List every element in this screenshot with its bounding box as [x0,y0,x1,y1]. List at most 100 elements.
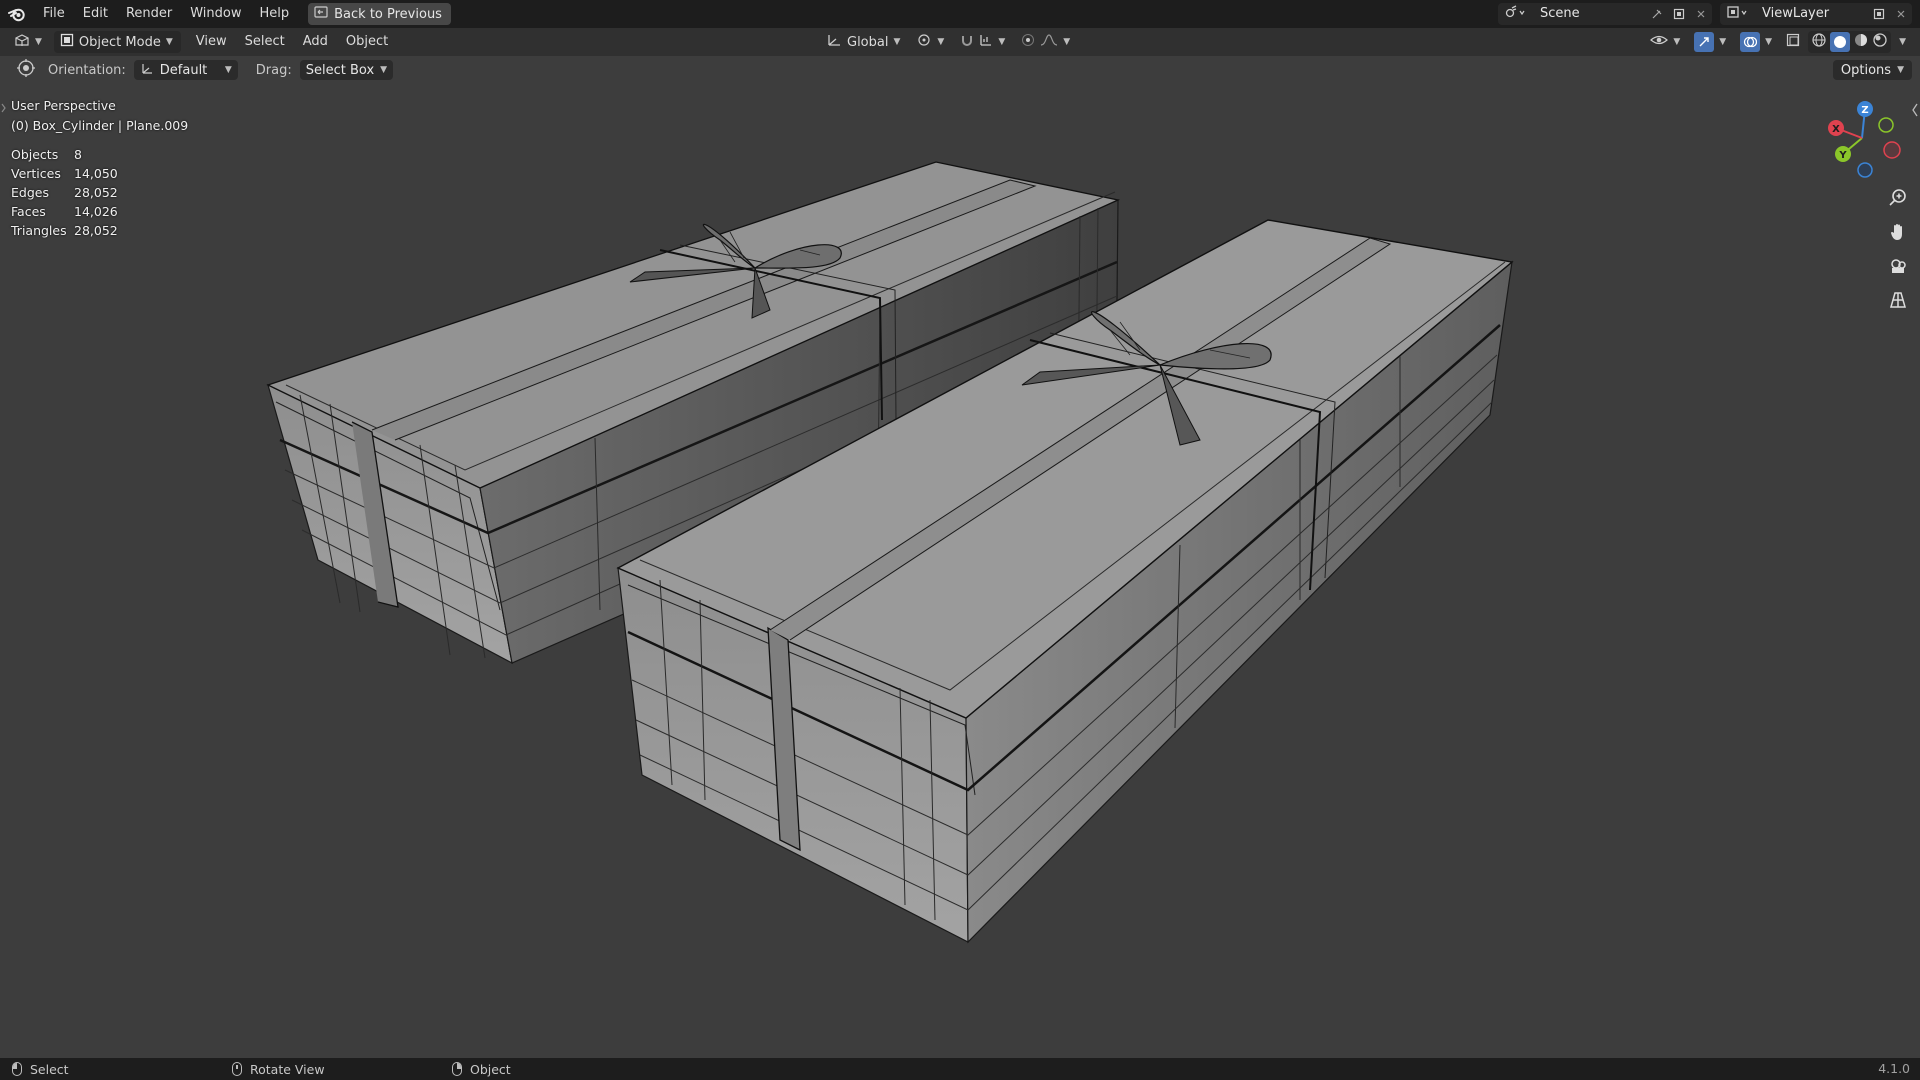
proportional-edit-icon [1021,33,1035,51]
drag-selector[interactable]: Select Box ▼ [299,60,394,80]
editor-type-button[interactable]: ▼ [8,31,48,53]
scene-selector[interactable]: Scene [1498,3,1712,25]
xray-toggle[interactable] [1780,31,1806,53]
eye-icon [1650,33,1669,51]
status-hint-label: Object [470,1061,511,1077]
orientation-label: Global [847,34,889,50]
mouse-right-icon [452,1062,462,1076]
pivot-point-selector[interactable]: ▼ [910,31,950,53]
overlays-toggle[interactable]: ▼ [1734,31,1778,53]
delete-view-layer-icon[interactable] [1890,3,1912,25]
status-hint-select: Select [12,1062,220,1077]
chevron-down-icon: ▼ [893,37,901,47]
options-label: Options [1840,62,1892,78]
stat-label: Triangles [11,223,67,238]
orientation-label: Orientation: [48,62,126,78]
header-menu-select[interactable]: Select [236,31,294,53]
view-layer-name-field[interactable]: ViewLayer [1754,3,1868,25]
orientation-selector[interactable]: Default ▼ [133,60,238,80]
chevron-down-icon: ▼ [998,37,1006,47]
menu-window[interactable]: Window [181,0,250,28]
proportional-editing-toggle[interactable]: ▼ [1015,31,1076,53]
chevron-down-icon: ▼ [1673,37,1681,47]
new-scene-icon[interactable] [1668,3,1690,25]
menu-edit[interactable]: Edit [74,0,117,28]
falloff-curve-icon [1040,33,1058,51]
options-button[interactable]: Options ▼ [1832,60,1912,80]
mode-selector[interactable]: Object Mode ▼ [53,31,181,53]
gizmo-toggle[interactable]: ▼ [1688,31,1732,53]
stat-row: Vertices 14,050 [11,164,118,183]
scene-icon [1504,5,1526,23]
header-menu-object[interactable]: Object [337,31,397,53]
version-label: 4.1.0 [1878,1061,1910,1076]
pan-button[interactable] [1884,220,1912,248]
transform-orientation-selector[interactable]: Global ▼ [820,31,906,53]
pin-icon[interactable] [1646,3,1668,25]
solid-shading-icon[interactable] [1830,32,1851,52]
stat-value: 8 [74,147,82,162]
tool-settings-bar: Orientation: Default ▼ Drag: Select Box … [0,56,1920,84]
header-menu-add[interactable]: Add [294,31,337,53]
delete-scene-icon[interactable] [1690,3,1712,25]
viewport-scene[interactable]: Z Y X [0,84,1920,1058]
mode-label: Object Mode [78,34,161,50]
stat-row: Objects 8 [11,145,118,164]
camera-icon [1888,256,1908,280]
menu-render[interactable]: Render [117,0,181,28]
gizmo-y-label: Y [1838,150,1847,161]
zoom-icon [1888,188,1908,212]
view-layer-browse-button[interactable] [1720,3,1754,25]
gizmo-neg-y-axis[interactable] [1878,117,1894,133]
orientation-value: Default [159,62,208,78]
camera-view-button[interactable] [1884,254,1912,282]
chevron-down-icon: ▼ [937,37,945,47]
transform-controls: Global ▼ ▼ ▼ ▼ [820,31,1076,53]
chevron-down-icon: ▼ [1899,37,1906,47]
rendered-shading-icon[interactable] [1872,32,1888,52]
gizmo-z-label: Z [1861,105,1868,116]
navigation-gizmo[interactable]: Z Y X [1828,101,1901,178]
visibility-selector[interactable]: ▼ [1644,31,1686,53]
blender-logo-icon[interactable] [0,0,34,28]
view-layer-selector[interactable]: ViewLayer [1720,3,1912,25]
menu-file[interactable]: File [34,0,74,28]
perspective-toggle-button[interactable] [1884,288,1912,316]
chevron-down-icon: ▼ [165,37,173,47]
hand-icon [1888,222,1908,246]
stat-value: 14,026 [74,204,118,219]
mouse-middle-icon [232,1062,242,1076]
stat-label: Vertices [11,166,61,181]
active-tool-icon[interactable] [16,58,36,82]
scene-statistics: Objects 8 Vertices 14,050 Edges 28,052 Face… [11,145,118,240]
shading-options-button[interactable]: ▼ [1893,31,1912,53]
gizmo-neg-z-axis[interactable] [1857,162,1873,178]
back-to-previous-button[interactable]: Back to Previous [308,3,451,25]
status-hint-object: Object [452,1062,660,1077]
stat-label: Faces [11,204,46,219]
xray-icon [1786,33,1800,51]
viewport-header: ▼ Object Mode ▼ View Select Add Object G… [0,28,1920,56]
sidebar-toggle-icon[interactable] [1912,103,1918,117]
material-preview-icon[interactable] [1853,32,1869,52]
magnet-icon [960,33,974,51]
3d-viewport-icon [14,33,30,51]
wireframe-shading-icon[interactable] [1811,32,1827,52]
zoom-button[interactable] [1884,186,1912,214]
scene-browse-button[interactable] [1498,3,1532,25]
shading-mode-group [1808,31,1892,53]
gizmo-neg-x-axis[interactable] [1883,141,1901,159]
new-view-layer-icon[interactable] [1868,3,1890,25]
toolbar-toggle-icon[interactable] [1,103,6,113]
pivot-icon [916,33,932,51]
scene-name-field[interactable]: Scene [1532,3,1646,25]
grid-icon [1888,290,1908,314]
workspace-selectors: Scene ViewLayer [1498,0,1920,28]
object-mode-icon [60,33,74,51]
viewport-navigation-buttons [1884,186,1912,316]
header-menu-view[interactable]: View [187,31,236,53]
menu-help[interactable]: Help [251,0,299,28]
stat-value: 28,052 [74,223,118,238]
gizmo-x-label: X [1832,124,1840,135]
snapping-toggle[interactable]: ▼ [954,31,1011,53]
